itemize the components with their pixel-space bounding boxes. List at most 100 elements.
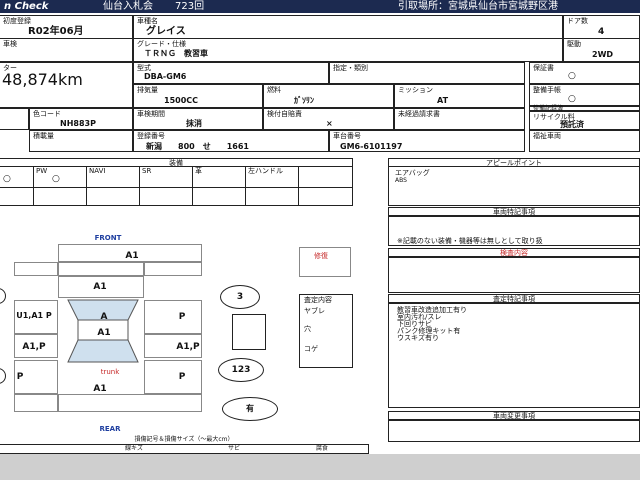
pickup-label: 引取場所：宮城県仙台市宮城野区港 bbox=[398, 1, 558, 12]
tax-label: 未経過請求書 bbox=[398, 110, 440, 118]
legend-scratch: 線キズ bbox=[125, 445, 144, 452]
repair-box: 修復 bbox=[299, 247, 351, 277]
mission-value: AT bbox=[437, 96, 449, 105]
designation-cell: 指定・類別 bbox=[329, 62, 525, 84]
doors-value: 4 bbox=[598, 27, 605, 37]
fuel-label: 燃料 bbox=[267, 86, 281, 94]
doors-label: ドア数 bbox=[567, 17, 588, 25]
spare-tire-circle: 有 bbox=[222, 397, 278, 421]
equipment-row-2 bbox=[0, 188, 353, 206]
zone-windshield: A bbox=[100, 312, 108, 322]
rear-label: REAR bbox=[99, 425, 121, 433]
inspection-cell: 車検 bbox=[0, 38, 133, 62]
inspection-period-cell: 車検期間 抹消 bbox=[133, 108, 263, 130]
drive-cell: 駆動 2WD bbox=[563, 38, 640, 62]
grade-cell: グレード・仕様 ＴＲＮＧ 教習車 bbox=[133, 38, 563, 62]
session-label: 723回 bbox=[175, 1, 205, 12]
venue-label: 仙台入札会 bbox=[103, 1, 153, 12]
spare-tire-label: 有 bbox=[246, 404, 254, 413]
warranty-label: 保証書 bbox=[533, 64, 554, 72]
equip-divider bbox=[33, 166, 34, 206]
manual-cell: 整備手帳 ○ bbox=[529, 84, 640, 106]
manual-label: 整備手帳 bbox=[533, 86, 561, 94]
warranty-cell: 保証書 ○ bbox=[529, 62, 640, 84]
brand-label: n Check bbox=[4, 1, 49, 12]
first-registration-cell: 初度登録 R02年06月 bbox=[0, 15, 133, 39]
bottom-gray-area bbox=[0, 454, 640, 480]
front-label: FRONT bbox=[94, 234, 122, 242]
map-cell bbox=[58, 262, 144, 276]
displacement-cell: 排気量 1500CC bbox=[133, 84, 263, 108]
map-cell bbox=[14, 262, 58, 276]
vehicle-notes-title: 車両特記事項 bbox=[388, 207, 640, 216]
appeal-line-1: ABS bbox=[395, 177, 407, 184]
map-cell-rear bbox=[58, 394, 202, 412]
map-cell bbox=[144, 262, 202, 276]
equip-item-sr: SR bbox=[142, 167, 152, 175]
car-name-value: グレイス bbox=[146, 26, 186, 37]
tire-score-front: 3 bbox=[220, 285, 260, 309]
zone-front-bumper: A1 bbox=[125, 251, 139, 261]
equip-item-pw: PW bbox=[36, 167, 48, 175]
inspection-period-label: 車検期間 bbox=[137, 110, 165, 118]
mission-label: ミッション bbox=[398, 86, 433, 94]
equip-divider bbox=[245, 166, 246, 206]
appeal-body: エアバッグ ABS bbox=[388, 166, 640, 206]
drive-label: 駆動 bbox=[567, 40, 581, 48]
equip-divider bbox=[86, 166, 87, 206]
interior-item-tear: ヤブレ bbox=[304, 307, 325, 315]
plate-cell: 登録番号 新潟 800 せ 1661 bbox=[133, 130, 329, 152]
equip-item-lhd: 左ハンドル bbox=[248, 167, 283, 175]
interior-title: 査定内容 bbox=[304, 296, 332, 304]
zone-front-left-door: U1,A1 P bbox=[16, 311, 52, 320]
model-value: DBA-GM6 bbox=[144, 72, 187, 81]
fuel-value: ｶﾞｿﾘﾝ bbox=[294, 96, 314, 105]
capacity-label: 積載量 bbox=[33, 132, 54, 140]
car-name-cell: 車種名 グレイス bbox=[133, 15, 563, 39]
history-body bbox=[388, 420, 640, 442]
interior-check-box: 査定内容 ヤブレ 穴 コゲ bbox=[299, 294, 353, 368]
interior-item-hole: 穴 bbox=[304, 325, 311, 333]
insurance-label: 検付自賠責 bbox=[267, 110, 302, 118]
recycle-value: 預託済 bbox=[560, 120, 584, 129]
zone-hood: A1 bbox=[93, 282, 107, 292]
inspection-period-value: 抹消 bbox=[186, 119, 202, 128]
color-cell: 色コード NH883P bbox=[29, 108, 133, 130]
color-value: NH883P bbox=[60, 119, 96, 128]
grade-label: グレード・仕様 bbox=[137, 40, 186, 48]
model-cell: 型式 DBA-GM6 bbox=[133, 62, 329, 84]
model-label: 型式 bbox=[137, 64, 151, 72]
assessment-title: 査定特記事項 bbox=[388, 294, 640, 303]
chassis-label: 車台番号 bbox=[333, 132, 361, 140]
inspection-content-title: 検査内容 bbox=[388, 248, 640, 257]
legend-rust: サビ bbox=[228, 445, 241, 452]
welfare-cell: 福祉車両 bbox=[529, 130, 640, 152]
designation-label: 指定・類別 bbox=[333, 64, 368, 72]
mileage-cell: ター 48,874km bbox=[0, 62, 133, 108]
zone-roof: A1 bbox=[97, 328, 111, 338]
assessment-body: 教習車改造追加工有り 室内汚れ/スレ 下回りサビ パンク修理キット有 ウスキズ有… bbox=[388, 303, 640, 408]
plate-label: 登録番号 bbox=[137, 132, 165, 140]
grade-value: ＴＲＮＧ 教習車 bbox=[144, 49, 208, 58]
side-box bbox=[232, 314, 266, 350]
warranty-value: ○ bbox=[568, 71, 576, 81]
vehicle-notes-text: ※記載のない装備・機器等は無しとして取り扱 bbox=[397, 237, 543, 245]
equip-item-leather: 革 bbox=[195, 167, 202, 175]
legend-title: 損傷記号＆損傷サイズ（～最大cm） bbox=[0, 436, 369, 444]
trunk-label: trunk bbox=[100, 368, 120, 376]
legend-row: 線キズ サビ 腐食 bbox=[0, 444, 369, 454]
repair-label: 修復 bbox=[314, 252, 328, 260]
insurance-value: × bbox=[326, 119, 333, 128]
displacement-label: 排気量 bbox=[137, 86, 158, 94]
displacement-value: 1500CC bbox=[164, 96, 199, 105]
drive-value: 2WD bbox=[592, 50, 614, 59]
equip-divider bbox=[139, 166, 140, 206]
equip-mark-pw: ○ bbox=[52, 174, 60, 184]
insurance-cell: 検付自賠責 × bbox=[263, 108, 394, 130]
equip-mark-0: ○ bbox=[3, 174, 11, 184]
inspection-content-body bbox=[388, 257, 640, 293]
zone-rear-right-quarter: P bbox=[178, 372, 186, 382]
inspection-label: 車検 bbox=[3, 40, 17, 48]
tire-score-rear: 123 bbox=[218, 358, 264, 382]
legend-corrosion: 腐食 bbox=[316, 445, 329, 452]
